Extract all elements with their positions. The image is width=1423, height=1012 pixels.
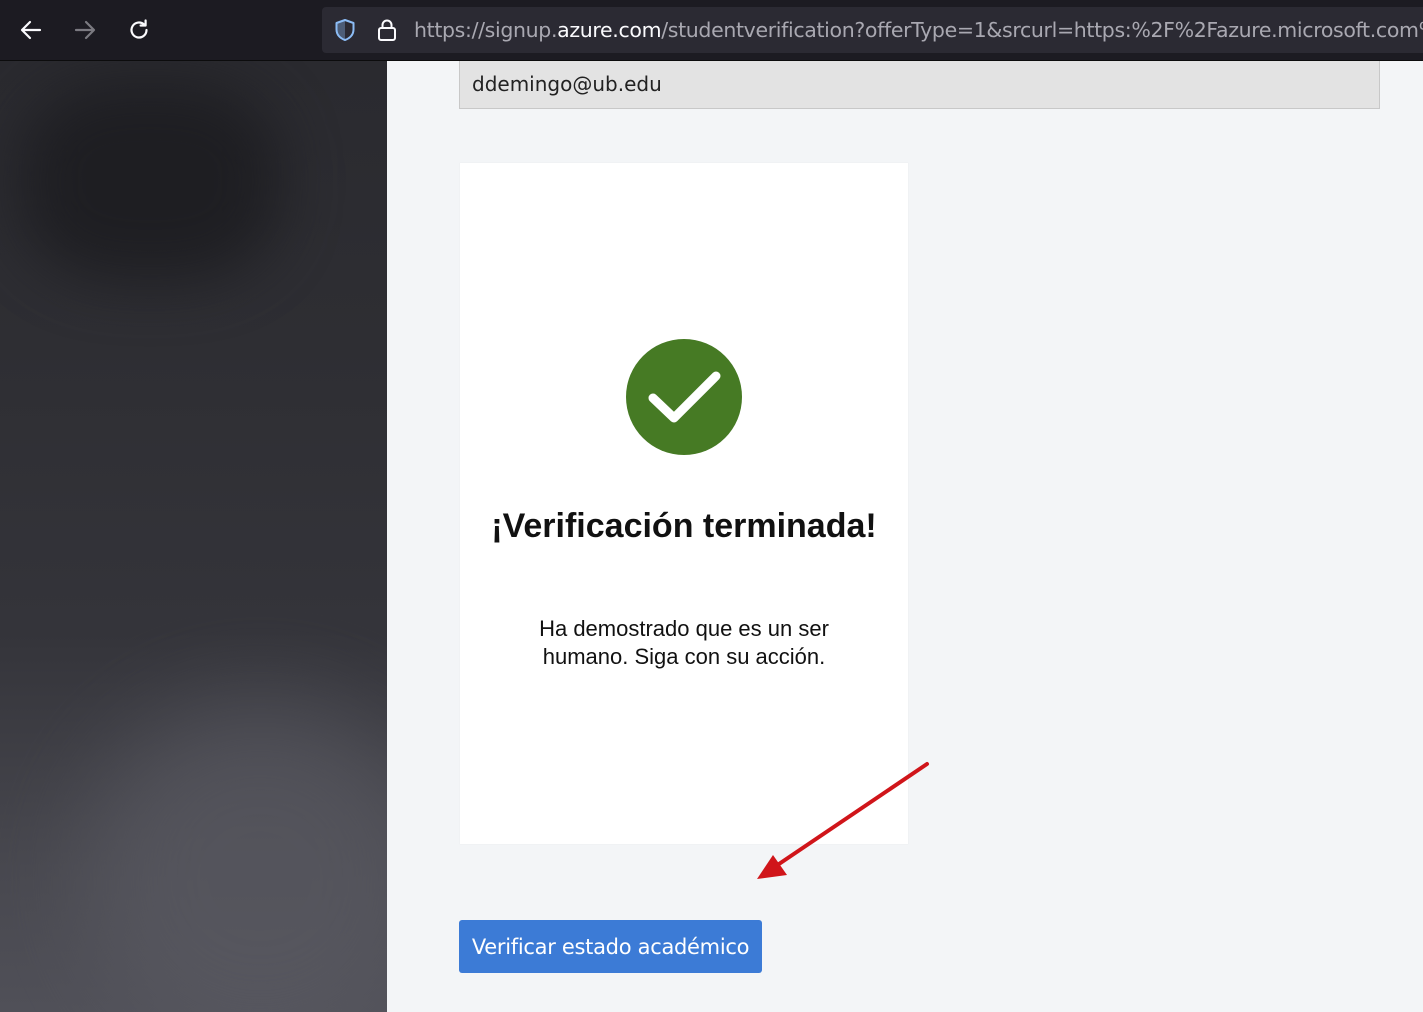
reload-icon xyxy=(130,19,148,39)
email-field[interactable]: ddemingo@ub.edu xyxy=(459,61,1380,109)
lock-icon[interactable] xyxy=(376,18,398,42)
verification-title: ¡Verificación terminada! xyxy=(491,507,877,545)
url-text: https://signup.azure.com/studentverifica… xyxy=(414,7,1423,53)
browser-toolbar: https://signup.azure.com/studentverifica… xyxy=(0,0,1423,61)
url-path: /studentverification?offerType=1&srcurl=… xyxy=(661,18,1423,42)
arrow-left-icon xyxy=(20,20,42,40)
url-host: azure.com xyxy=(557,18,662,42)
arrow-right-icon xyxy=(74,20,96,40)
url-prefix: https://signup. xyxy=(414,18,558,42)
verification-card: ¡Verificación terminada! Ha demostrado q… xyxy=(460,163,908,844)
verification-message: Ha demostrado que es un ser humano. Siga… xyxy=(539,616,829,669)
page-content: ddemingo@ub.edu ¡Verificación terminada!… xyxy=(387,61,1423,1012)
tracking-protection-shield-icon[interactable] xyxy=(334,18,356,42)
forward-button[interactable] xyxy=(67,12,103,48)
back-button[interactable] xyxy=(13,12,49,48)
success-check-icon xyxy=(626,339,742,455)
verify-academic-status-button[interactable]: Verificar estado académico xyxy=(459,920,762,973)
blurred-side-panel xyxy=(0,61,387,1012)
address-bar[interactable]: https://signup.azure.com/studentverifica… xyxy=(322,7,1423,53)
reload-button[interactable] xyxy=(121,12,157,48)
